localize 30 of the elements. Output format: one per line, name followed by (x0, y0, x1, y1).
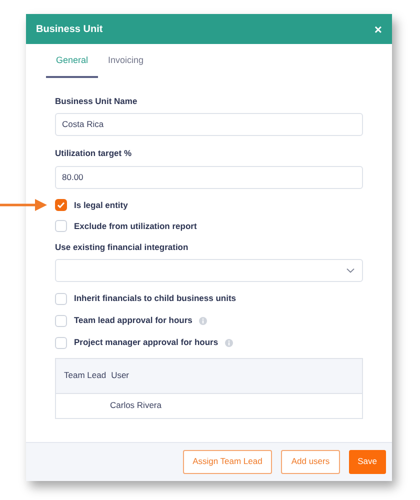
checkbox[interactable] (55, 314, 67, 327)
dialog-title: Business Unit (36, 22, 103, 36)
checkbox[interactable] (55, 292, 67, 305)
checkmark-icon (57, 201, 65, 209)
checkbox[interactable] (55, 199, 67, 211)
field-label: Utilization target % (55, 147, 133, 160)
field-label: Use existing financial integration (55, 241, 190, 254)
checkbox[interactable] (55, 336, 67, 349)
checkbox[interactable] (55, 220, 67, 232)
select-field[interactable] (55, 258, 363, 282)
close-button[interactable]: × (374, 22, 382, 36)
field-label: Business Unit Name (55, 94, 138, 108)
checkbox-label: Team lead approval for hours (74, 314, 192, 328)
table-cell: Carlos Rivera (110, 399, 162, 412)
column-header: Team Lead (64, 369, 106, 382)
checkbox-label: Exclude from utilization report (74, 220, 197, 232)
info-icon (199, 316, 208, 325)
action-button[interactable]: Add users (281, 450, 340, 474)
action-button[interactable]: Assign Team Lead (182, 450, 272, 474)
text-field[interactable]: 80.00 (55, 166, 363, 189)
checkbox-label: Is legal entity (74, 198, 128, 212)
info-icon (225, 338, 234, 347)
tab[interactable]: General (46, 51, 98, 78)
checkbox-label: Project manager approval for hours (74, 336, 218, 350)
tab[interactable]: Invoicing (98, 51, 154, 78)
chevron-down-icon (346, 268, 355, 273)
checkbox-label: Inherit financials to child business units (74, 292, 236, 306)
column-header: User (111, 369, 130, 382)
save-button[interactable]: Save (348, 450, 386, 474)
text-field[interactable]: Costa Rica (55, 113, 363, 136)
